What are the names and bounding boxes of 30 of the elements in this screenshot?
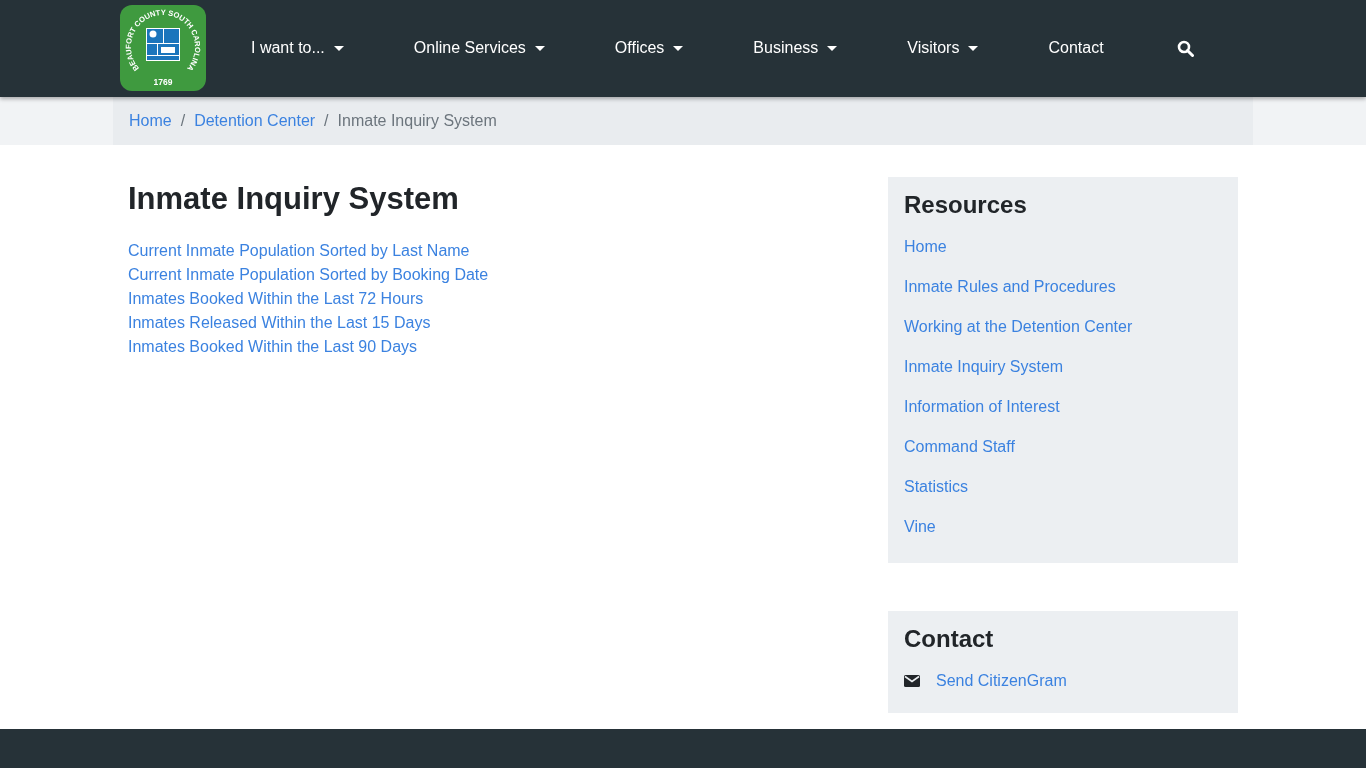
resource-link[interactable]: Vine [904,506,1222,547]
breadcrumb-separator: / [179,111,187,130]
nav-link[interactable]: Business [753,31,838,66]
resource-link[interactable]: Working at the Detention Center [904,306,1222,347]
inmate-list-link[interactable]: Current Inmate Population Sorted by Booking Date [128,262,489,287]
envelope-icon [904,674,920,687]
page-title: Inmate Inquiry System [128,180,460,217]
breadcrumb-separator: / [323,111,330,130]
resource-link[interactable]: Information of Interest [904,386,1222,427]
breadcrumb-link[interactable]: Detention Center [194,111,316,130]
inmate-list-link[interactable]: Current Inmate Population Sorted by Last Name [128,238,489,263]
nav-link[interactable]: I want to... [251,31,344,66]
resource-link[interactable]: Home [904,226,1222,267]
nav-link[interactable]: Visitors [907,31,979,66]
inmate-list-link[interactable]: Inmates Released Within the Last 15 Days [128,310,489,335]
resource-link[interactable]: Inmate Rules and Procedures [904,266,1222,307]
breadcrumb-link[interactable]: Home [129,111,172,130]
inmate-list-link[interactable]: Inmates Booked Within the Last 72 Hours [128,286,489,311]
resource-link[interactable]: Statistics [904,466,1222,507]
nav-link[interactable]: Offices [614,31,684,66]
breadcrumb-current: Inmate Inquiry System [337,111,497,130]
card-title: Resources [904,190,1028,219]
nav-link[interactable]: Online Services [413,31,545,66]
resource-link[interactable]: Command Staff [904,426,1222,467]
nav-link[interactable]: Contact [1048,31,1104,66]
inmate-list-link[interactable]: Inmates Booked Within the Last 90 Days [128,334,489,359]
resource-link[interactable]: Inmate Inquiry System [904,346,1222,387]
card-title: Contact [904,624,995,653]
send-citizengram-link[interactable]: Send CitizenGram [936,664,1067,697]
search-icon[interactable] [1176,39,1194,57]
